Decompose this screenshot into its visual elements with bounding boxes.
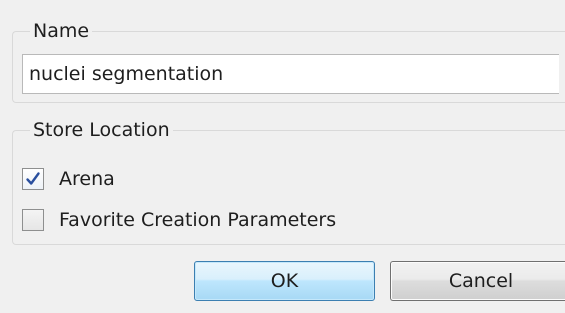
name-group-legend: Name [30,19,93,43]
favorite-creation-parameters-option[interactable]: Favorite Creation Parameters [22,207,336,233]
store-location-legend: Store Location [30,118,173,142]
checkmark-icon [26,172,40,185]
arena-checkbox[interactable] [22,168,44,190]
name-input[interactable] [22,54,559,94]
arena-option[interactable]: Arena [22,166,115,192]
arena-label: Arena [59,168,115,190]
cancel-button[interactable]: Cancel [390,261,565,301]
ok-button[interactable]: OK [194,261,375,301]
favorite-creation-parameters-checkbox[interactable] [22,209,44,231]
favorite-creation-parameters-label: Favorite Creation Parameters [59,209,337,231]
dialog: Name Store Location Arena Favorite Creat… [0,0,565,313]
